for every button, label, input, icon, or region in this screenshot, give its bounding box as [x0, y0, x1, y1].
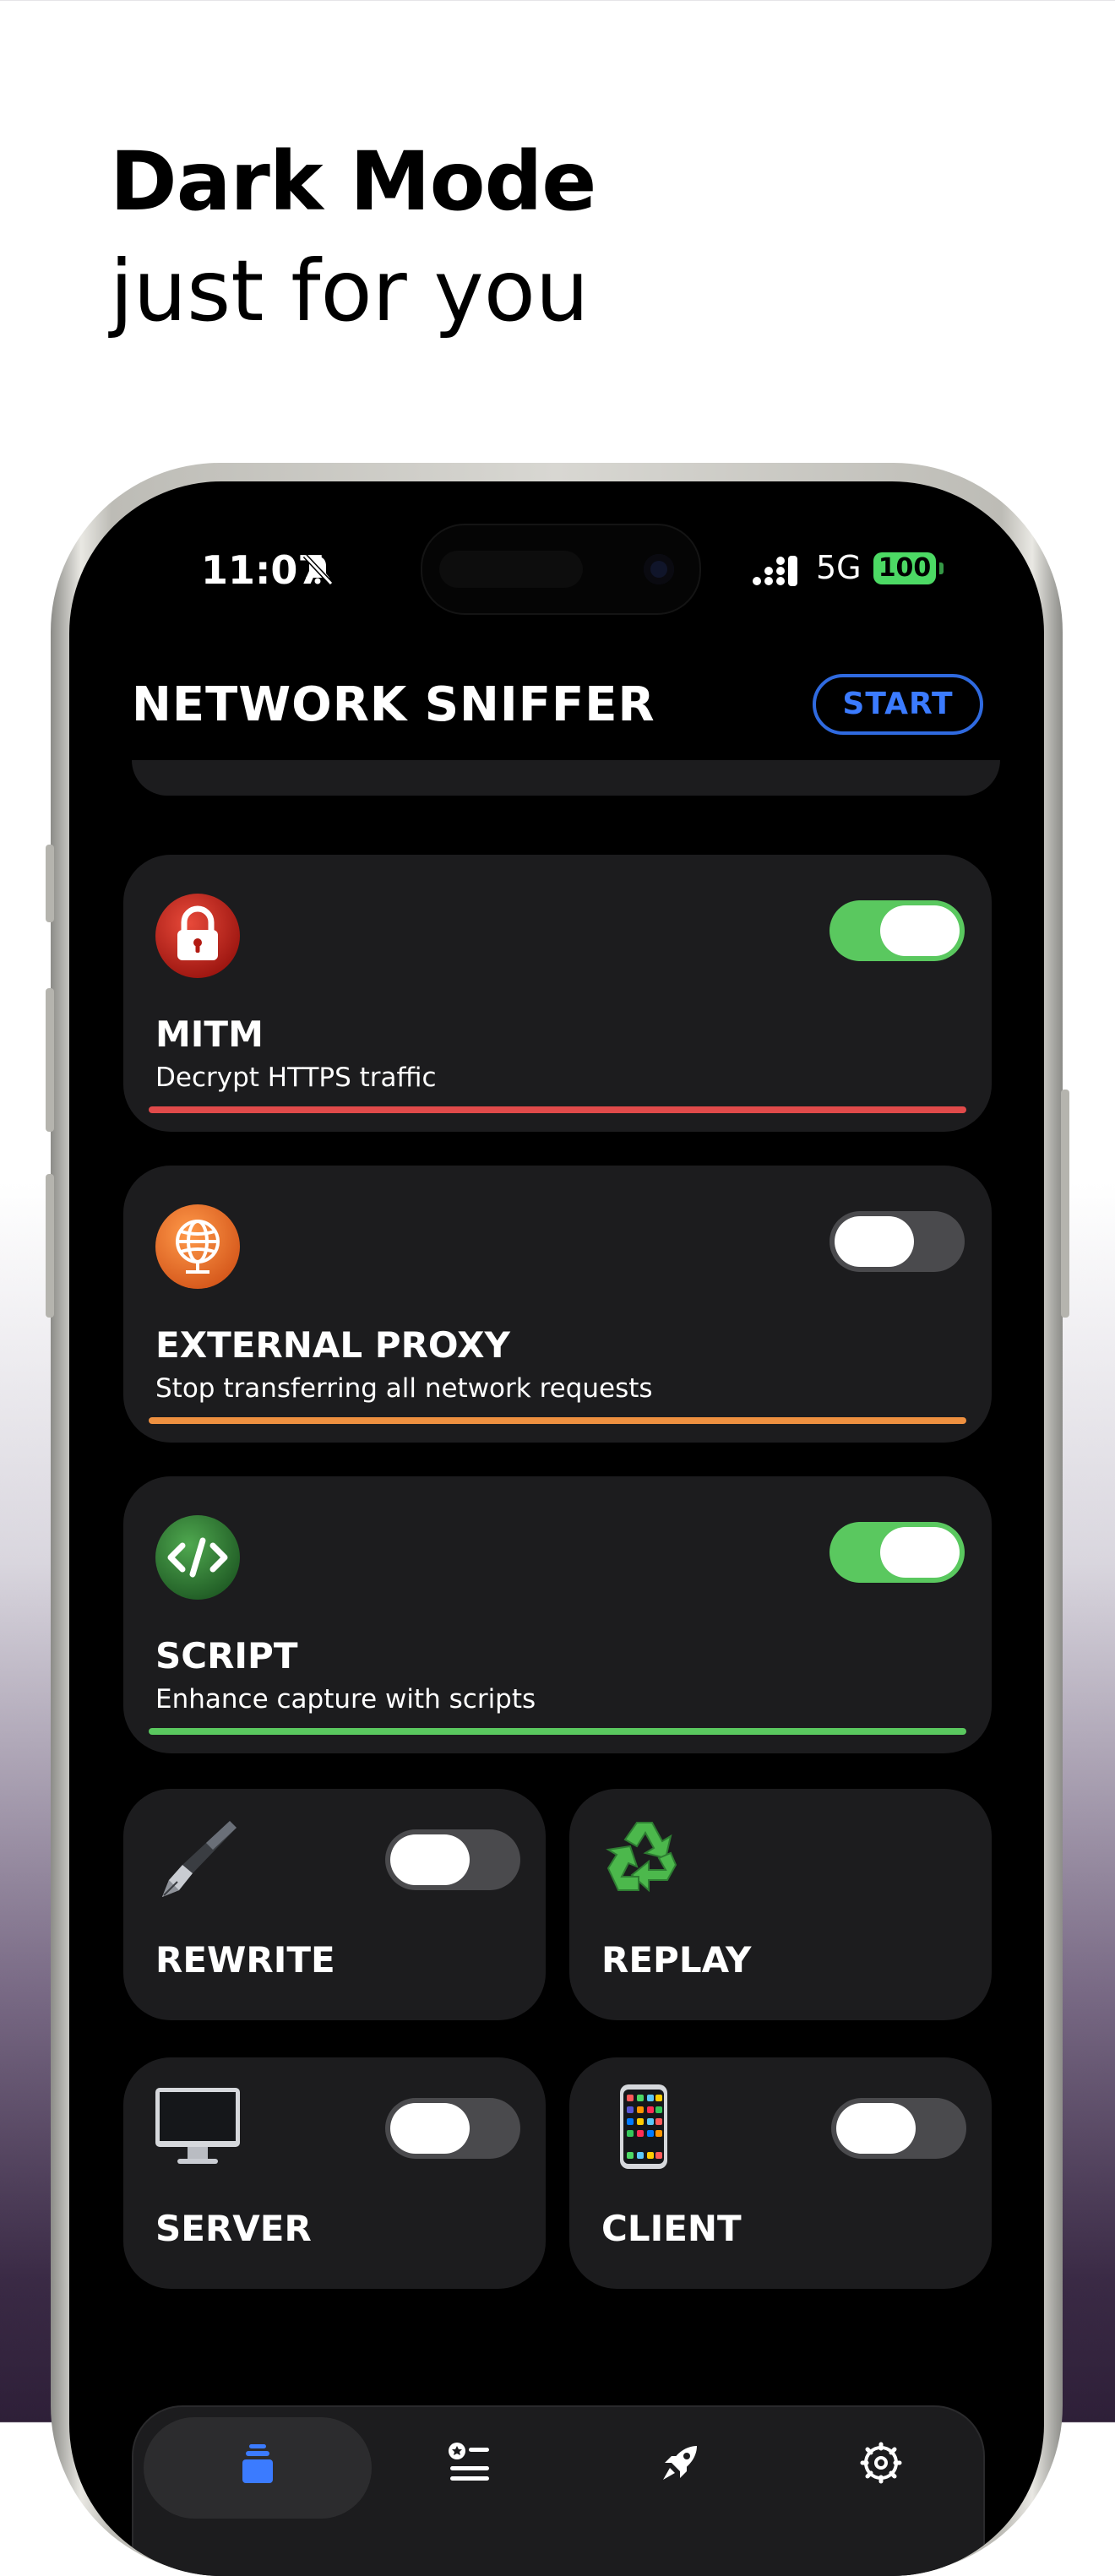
- list-icon: [449, 2443, 489, 2481]
- tile-client[interactable]: CLIENT: [569, 2057, 992, 2289]
- tab-sessions[interactable]: [144, 2417, 372, 2519]
- mitm-accent-bar: [149, 1106, 966, 1113]
- mitm-toggle[interactable]: [829, 900, 965, 961]
- external-proxy-title: EXTERNAL PROXY: [155, 1324, 510, 1366]
- tab-launch[interactable]: [566, 2417, 794, 2519]
- mitm-title: MITM: [155, 1014, 264, 1055]
- settings-gear-icon: [860, 2442, 902, 2484]
- cellular-signal-icon: [753, 556, 797, 586]
- network-type: 5G: [816, 549, 862, 586]
- desktop-computer-icon: [155, 2088, 240, 2164]
- tab-bar: [132, 2405, 985, 2576]
- replay-title: REPLAY: [601, 1939, 752, 1981]
- tile-server[interactable]: SERVER: [123, 2057, 546, 2289]
- script-accent-bar: [149, 1728, 966, 1735]
- stack-icon: [242, 2444, 273, 2483]
- headline-title: Dark Mode: [110, 134, 596, 229]
- volume-down-button: [46, 1174, 54, 1318]
- recycle-icon: [606, 1822, 677, 1893]
- script-toggle[interactable]: [829, 1522, 965, 1583]
- server-toggle[interactable]: [385, 2098, 520, 2159]
- client-toggle[interactable]: [831, 2098, 966, 2159]
- external-proxy-accent-bar: [149, 1417, 966, 1424]
- fountain-pen-icon: [162, 1821, 237, 1897]
- app-title: NETWORK SNIFFER: [132, 677, 655, 732]
- mobile-phone-icon: [620, 2084, 667, 2169]
- client-title: CLIENT: [601, 2208, 742, 2249]
- tile-replay[interactable]: REPLAY: [569, 1789, 992, 2020]
- globe-icon: [155, 1204, 240, 1289]
- action-button: [46, 845, 54, 922]
- bell-slash-icon: [302, 553, 334, 586]
- headline: Dark Mode just for you: [110, 127, 596, 346]
- card-external-proxy[interactable]: EXTERNAL PROXY Stop transferring all net…: [123, 1166, 992, 1443]
- phone-screen: 11:07 5G 100 NETWORK SNIFFER START MITM …: [69, 481, 1044, 2576]
- tile-rewrite[interactable]: REWRITE: [123, 1789, 546, 2020]
- rewrite-title: REWRITE: [155, 1939, 335, 1981]
- rocket-icon: [663, 2446, 697, 2480]
- dynamic-island: [421, 524, 701, 615]
- external-proxy-toggle[interactable]: [829, 1211, 965, 1272]
- mitm-description: Decrypt HTTPS traffic: [155, 1062, 437, 1093]
- card-script[interactable]: SCRIPT Enhance capture with scripts: [123, 1476, 992, 1753]
- battery-icon: 100: [873, 552, 936, 584]
- tab-list[interactable]: [355, 2417, 583, 2519]
- script-title: SCRIPT: [155, 1635, 298, 1677]
- script-description: Enhance capture with scripts: [155, 1684, 536, 1715]
- lock-icon: [155, 894, 240, 978]
- tab-settings[interactable]: [767, 2417, 995, 2519]
- rewrite-toggle[interactable]: [385, 1829, 520, 1890]
- headline-subtitle: just for you: [110, 242, 590, 340]
- scrolled-card-edge: [132, 760, 1000, 796]
- volume-up-button: [46, 988, 54, 1132]
- card-mitm[interactable]: MITM Decrypt HTTPS traffic: [123, 855, 992, 1132]
- camera-icon: [644, 554, 674, 584]
- start-button[interactable]: START: [813, 674, 983, 735]
- external-proxy-description: Stop transferring all network requests: [155, 1373, 653, 1404]
- server-title: SERVER: [155, 2208, 312, 2249]
- power-button: [1061, 1090, 1069, 1318]
- code-icon: [155, 1515, 240, 1600]
